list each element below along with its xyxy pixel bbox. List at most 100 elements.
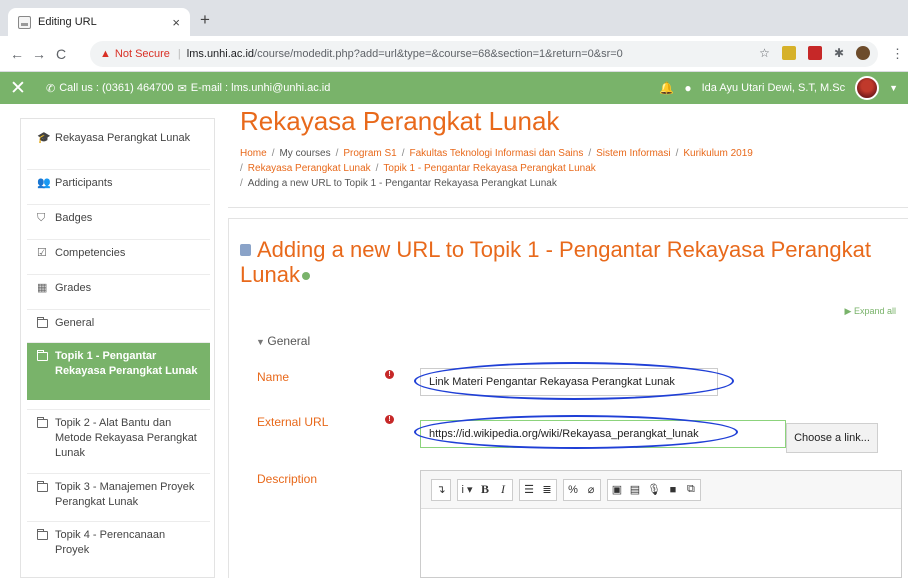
browser-toolbar: ← → C ▲ Not Secure | lms.unhi.ac.id/cour… <box>0 36 908 72</box>
not-secure-label[interactable]: Not Secure <box>115 48 170 60</box>
breadcrumb-separator: / <box>401 148 405 159</box>
annotation-ellipse-name <box>414 362 734 400</box>
folder-icon <box>37 350 48 361</box>
breadcrumb-curriculum[interactable]: Kurikulum 2019 <box>683 148 752 159</box>
breadcrumb-separator: / <box>240 163 243 174</box>
omnibox-actions: ☆ ✱ <box>759 46 870 60</box>
forward-button[interactable]: → <box>28 46 50 62</box>
copy-icon[interactable]: ⧉ <box>682 483 700 496</box>
breadcrumb-separator: / <box>335 148 339 159</box>
image-icon[interactable]: ▣ <box>608 483 626 496</box>
user-name[interactable]: Ida Ayu Utari Dewi, S.T, M.Sc <box>702 82 845 94</box>
contact-phone: Call us : (0361) 464700 <box>59 82 174 94</box>
page-favicon-icon <box>18 15 31 29</box>
video-icon[interactable]: ■ <box>664 484 682 496</box>
expand-all-link[interactable]: ▶ Expand all <box>845 306 896 317</box>
notification-bell-icon[interactable]: 🔔 <box>659 81 674 95</box>
required-icon: ! <box>385 370 394 379</box>
course-title: Rekayasa Perangkat Lunak <box>240 106 560 136</box>
sidebar-item-topik-3[interactable]: Topik 3 - Manajemen Proyek Perangkat Lun… <box>27 473 210 517</box>
link-icon[interactable]: % <box>564 484 582 496</box>
site-navbar: ✕ ✆ Call us : (0361) 464700 ✉ E-mail : l… <box>0 72 908 104</box>
sidebar-item-topik-2[interactable]: Topik 2 - Alat Bantu dan Metode Rekayasa… <box>27 409 210 467</box>
sidebar-item-grades[interactable]: ▦ Grades <box>27 274 210 302</box>
sidebar-item-general[interactable]: General <box>27 309 210 339</box>
breadcrumb-topic[interactable]: Topik 1 - Pengantar Rekayasa Perangkat L… <box>383 163 595 174</box>
extension-2-icon[interactable] <box>807 46 822 60</box>
unordered-list-icon[interactable]: ☰ <box>520 483 538 496</box>
bookmark-star-icon[interactable]: ☆ <box>759 46 770 60</box>
mail-icon: ✉ <box>177 82 187 95</box>
phone-icon: ✆ <box>46 82 56 95</box>
folder-icon <box>37 417 48 428</box>
page-title-text: Adding a new URL to Topik 1 - Pengantar … <box>240 237 871 287</box>
sidebar-item-label: Topik 4 - Perencanaan Proyek <box>55 529 166 556</box>
messages-icon[interactable]: ● <box>684 81 691 95</box>
expand-all-label: Expand all <box>853 306 896 316</box>
sidebar-item-participants[interactable]: 👥 Participants <box>27 169 210 197</box>
extensions-puzzle-icon[interactable]: ✱ <box>834 46 844 60</box>
breadcrumb-faculty[interactable]: Fakultas Teknologi Informasi dan Sains <box>410 148 584 159</box>
close-drawer-icon[interactable]: ✕ <box>10 77 34 100</box>
browser-menu-icon[interactable]: ⋮ <box>891 46 904 62</box>
back-button[interactable]: ← <box>6 46 28 62</box>
help-icon[interactable] <box>301 272 310 280</box>
media-icon[interactable]: ▤ <box>626 483 644 496</box>
sidebar-item-topik-4[interactable]: Topik 4 - Perencanaan Proyek <box>27 521 210 565</box>
toolbar-expand-icon[interactable]: ↴ <box>432 483 450 496</box>
annotation-ellipse-url <box>414 415 738 449</box>
address-bar[interactable]: ▲ Not Secure | lms.unhi.ac.id/course/mod… <box>90 41 878 67</box>
info-dropdown-icon[interactable]: i ▾ <box>458 483 476 496</box>
sidebar-item-course[interactable]: 🎓 Rekayasa Perangkat Lunak <box>27 125 210 167</box>
triangle-right-icon: ▶ <box>844 306 854 316</box>
reload-button[interactable]: C <box>50 46 72 62</box>
breadcrumb-home[interactable]: Home <box>240 148 267 159</box>
users-icon: 👥 <box>37 177 51 189</box>
sidebar-item-label: Competencies <box>55 247 126 259</box>
tab-title: Editing URL <box>38 16 97 28</box>
sidebar-item-label: Grades <box>55 282 92 294</box>
editor-toolbar: ↴ i ▾ B I ☰ ≣ % ⌀ ▣ ▤ 🎙 ■ ⧉ <box>421 471 901 509</box>
breadcrumb-course[interactable]: Rekayasa Perangkat Lunak <box>248 163 371 174</box>
graduation-cap-icon: 🎓 <box>37 132 51 144</box>
general-section-toggle[interactable]: ▼ General <box>256 334 310 348</box>
table-icon: ▦ <box>37 282 48 294</box>
new-tab-button[interactable]: + <box>200 10 210 30</box>
italic-icon[interactable]: I <box>494 482 512 497</box>
breadcrumb-dept[interactable]: Sistem Informasi <box>596 148 670 159</box>
sidebar-item-label: Badges <box>55 212 93 224</box>
description-label: Description <box>257 472 318 486</box>
unlink-icon[interactable]: ⌀ <box>582 483 600 496</box>
sidebar-item-topik-1[interactable]: Topik 1 - Pengantar Rekayasa Perangkat L… <box>27 342 210 400</box>
url-module-icon <box>240 244 251 256</box>
sidebar-item-label: Participants <box>55 177 113 189</box>
header-divider <box>228 207 908 208</box>
browser-tab[interactable]: Editing URL × <box>8 8 190 36</box>
breadcrumb-program[interactable]: Program S1 <box>343 148 396 159</box>
sidebar-item-label: Topik 2 - Alat Bantu dan Metode Rekayasa… <box>55 417 197 459</box>
breadcrumb: Home / My courses / Program S1 / Fakultas Tekn… <box>240 146 880 191</box>
breadcrumb-separator: / <box>240 178 243 189</box>
browser-tabstrip: Editing URL × + <box>0 0 908 36</box>
ordered-list-icon[interactable]: ≣ <box>538 483 556 496</box>
sidebar-item-competencies[interactable]: ☑ Competencies <box>27 239 210 267</box>
folder-icon <box>37 529 48 540</box>
avatar[interactable] <box>855 76 880 100</box>
user-menu-chevron-down-icon[interactable]: ▼ <box>889 83 898 93</box>
profile-icon[interactable] <box>856 46 870 60</box>
choose-link-button[interactable]: Choose a link... <box>786 423 878 453</box>
contact-info: ✆ Call us : (0361) 464700 ✉ E-mail : lms… <box>46 82 330 95</box>
extension-1-icon[interactable] <box>781 46 796 60</box>
name-label: Name <box>257 370 290 384</box>
breadcrumb-my-courses: My courses <box>279 148 331 159</box>
description-editor[interactable]: ↴ i ▾ B I ☰ ≣ % ⌀ ▣ ▤ 🎙 ■ ⧉ <box>420 470 902 578</box>
microphone-icon[interactable]: 🎙 <box>644 483 664 496</box>
contact-email: E-mail : lms.unhi@unhi.ac.id <box>190 82 331 94</box>
url-host: lms.unhi.ac.id <box>186 48 255 60</box>
sidebar-item-label: Rekayasa Perangkat Lunak <box>55 132 191 144</box>
sidebar-item-badges[interactable]: ⛉ Badges <box>27 204 210 232</box>
bold-icon[interactable]: B <box>476 482 494 497</box>
page-title: Adding a new URL to Topik 1 - Pengantar … <box>240 237 880 287</box>
close-tab-icon[interactable]: × <box>172 15 180 30</box>
breadcrumb-current: Adding a new URL to Topik 1 - Pengantar … <box>247 178 557 189</box>
